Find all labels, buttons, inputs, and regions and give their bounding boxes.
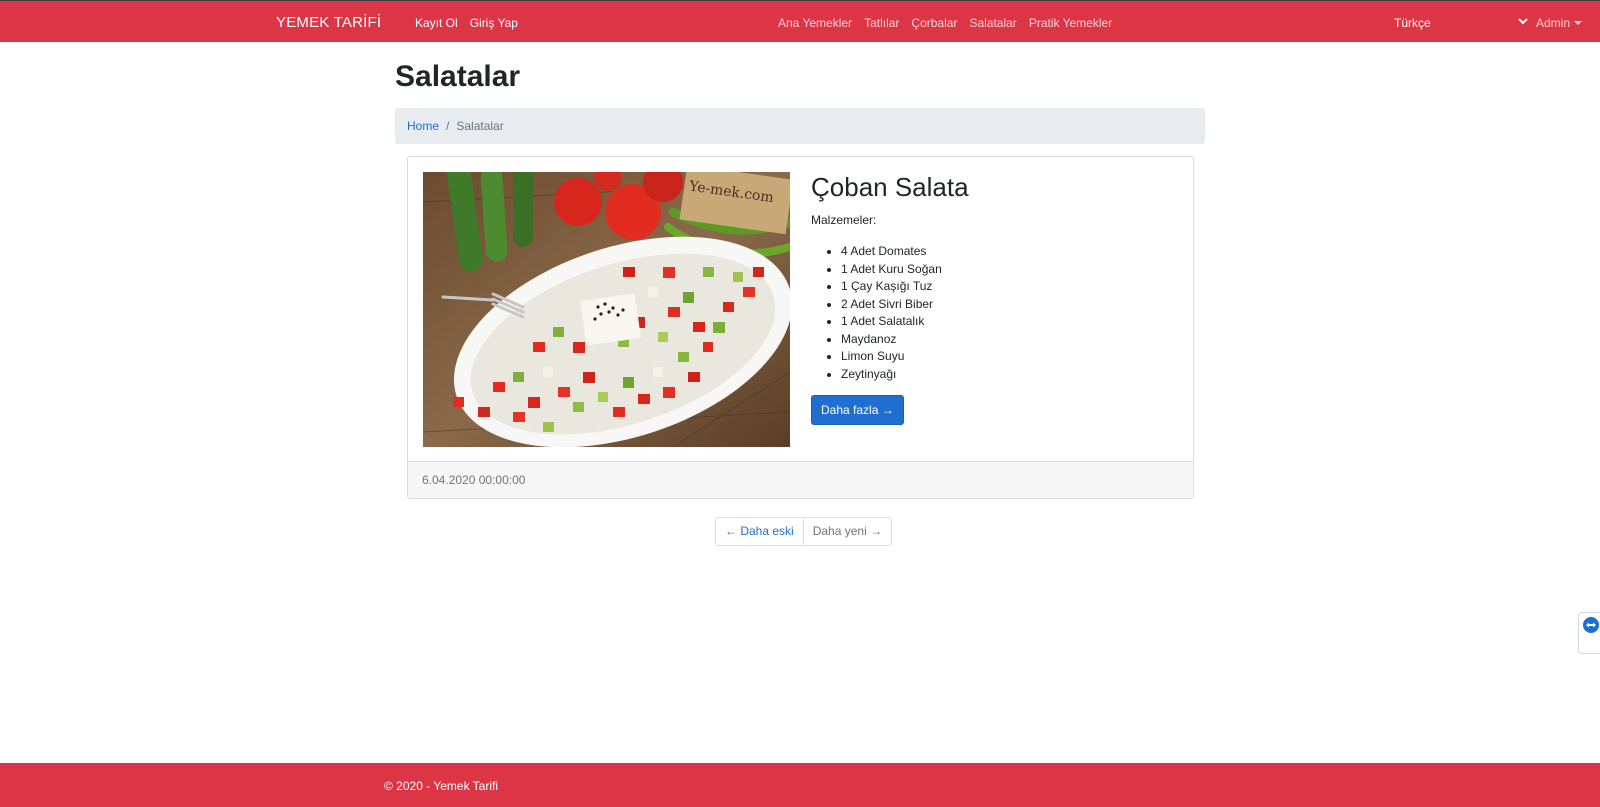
ingredient-item: 1 Adet Kuru Soğan	[841, 261, 969, 279]
ingredient-item: Zeytinyağı	[841, 366, 969, 384]
page-title: Salatalar	[395, 60, 521, 93]
user-menu[interactable]: Admin	[1536, 16, 1583, 30]
recipe-image[interactable]: Ye-mek.com	[423, 172, 790, 447]
user-menu-label: Admin	[1536, 16, 1571, 30]
read-more-button[interactable]: Daha fazla →	[811, 395, 904, 425]
top-navbar: YEMEK TARİFİ Kayıt Ol Giriş Yap Ana Yeme…	[0, 0, 1600, 42]
copyright-text: © 2020 - Yemek Tarifi	[384, 779, 499, 793]
recipe-body: Çoban Salata Malzemeler: 4 Adet Domates …	[811, 172, 969, 425]
ingredient-item: 1 Çay Kaşığı Tuz	[841, 278, 969, 296]
recipe-date: 6.04.2020 00:00:00	[408, 461, 1193, 498]
brand-link[interactable]: YEMEK TARİFİ	[276, 14, 381, 31]
ingredient-item: 1 Adet Salatalık	[841, 313, 969, 331]
auth-links: Kayıt Ol Giriş Yap	[415, 16, 518, 30]
caret-down-icon	[1574, 21, 1583, 25]
breadcrumb-home[interactable]: Home	[407, 119, 439, 133]
remote-support-icon	[1583, 617, 1599, 633]
login-link[interactable]: Giriş Yap	[470, 16, 518, 30]
ingredients-list: 4 Adet Domates 1 Adet Kuru Soğan 1 Çay K…	[811, 243, 969, 383]
remote-support-widget[interactable]	[1578, 612, 1600, 654]
register-link[interactable]: Kayıt Ol	[415, 16, 458, 30]
nav-salatalar[interactable]: Salatalar	[969, 16, 1016, 30]
nav-corbalar[interactable]: Çorbalar	[911, 16, 957, 30]
breadcrumb: Home / Salatalar	[395, 108, 1205, 144]
nav-ana-yemekler[interactable]: Ana Yemekler	[778, 16, 852, 30]
language-select[interactable]: Türkçe	[1394, 16, 1431, 30]
category-nav: Ana Yemekler Tatlılar Çorbalar Salatalar…	[778, 16, 1112, 30]
nav-pratik-yemekler[interactable]: Pratik Yemekler	[1029, 16, 1112, 30]
ingredient-item: 2 Adet Sivri Biber	[841, 296, 969, 314]
chevron-down-icon[interactable]	[1517, 14, 1529, 28]
ingredients-label: Malzemeler:	[811, 213, 877, 227]
breadcrumb-separator: /	[446, 119, 450, 133]
pagination: ← Daha eski Daha yeni →	[715, 517, 893, 546]
ingredient-item: 4 Adet Domates	[841, 243, 969, 261]
nav-tatlilar[interactable]: Tatlılar	[864, 16, 899, 30]
recipe-card: Ye-mek.com Çoban Salata Malzemeler: • 4 …	[407, 156, 1194, 499]
older-posts-link[interactable]: ← Daha eski	[715, 517, 804, 546]
breadcrumb-current: Salatalar	[456, 119, 504, 133]
ingredient-item: Maydanoz	[841, 331, 969, 349]
newer-posts-link[interactable]: Daha yeni →	[803, 517, 893, 546]
page-footer: © 2020 - Yemek Tarifi	[0, 763, 1600, 807]
recipe-title: Çoban Salata	[811, 172, 969, 202]
ingredient-item: Limon Suyu	[841, 348, 969, 366]
